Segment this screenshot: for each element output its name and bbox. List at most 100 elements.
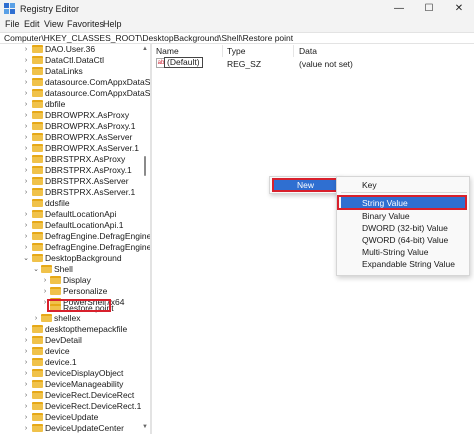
tree-item-label: DBRSTPRX.AsProxy — [45, 154, 126, 164]
address-path[interactable]: Computer\HKEY_CLASSES_ROOT\DesktopBackgr… — [4, 33, 293, 43]
menu-edit[interactable]: Edit — [24, 19, 40, 29]
column-header-name[interactable]: Name — [156, 46, 179, 56]
chevron-right-icon[interactable]: › — [22, 335, 30, 346]
submenu-item-dword-value[interactable]: DWORD (32-bit) Value — [362, 223, 448, 233]
column-divider[interactable] — [293, 45, 294, 57]
close-button[interactable]: ✕ — [444, 0, 474, 18]
folder-icon — [50, 287, 61, 295]
submenu-item-expandable-string-value[interactable]: Expandable String Value — [362, 259, 455, 269]
address-bar[interactable]: Computer\HKEY_CLASSES_ROOT\DesktopBackgr… — [0, 32, 474, 44]
tree-item-label: ddsfile — [45, 198, 70, 208]
value-name[interactable]: (Default) — [164, 57, 203, 68]
tree-item-label: DefaultLocationApi — [45, 209, 117, 219]
title-bar: Registry Editor — ☐ ✕ — [0, 0, 474, 18]
tree-item-label: DevDetail — [45, 335, 82, 345]
folder-open-icon — [41, 265, 52, 273]
chevron-right-icon[interactable]: › — [22, 176, 30, 187]
tree-item-label: DBRSTPRX.AsProxy.1 — [45, 165, 132, 175]
chevron-right-icon[interactable]: › — [22, 209, 30, 220]
new-submenu: Key String Value Binary Value DWORD (32-… — [336, 176, 470, 276]
folder-icon — [32, 402, 43, 410]
folder-icon — [32, 188, 43, 196]
tree-item-label: datasource.ComAppxDataSou — [45, 77, 150, 87]
tree-item-label: DBROWPRX.AsServer.1 — [45, 143, 139, 153]
folder-icon — [32, 78, 43, 86]
chevron-right-icon[interactable]: › — [22, 55, 30, 66]
tree-expander — [22, 198, 30, 209]
tree-item-label: DBROWPRX.AsServer — [45, 132, 133, 142]
chevron-right-icon[interactable]: › — [22, 242, 30, 253]
submenu-item-key[interactable]: Key — [362, 180, 377, 190]
folder-icon — [32, 221, 43, 229]
chevron-right-icon[interactable]: › — [22, 220, 30, 231]
column-header-data[interactable]: Data — [299, 46, 317, 56]
chevron-right-icon[interactable]: › — [22, 187, 30, 198]
scroll-thumb[interactable] — [144, 156, 146, 176]
chevron-right-icon[interactable]: › — [22, 346, 30, 357]
tree-item-label: DeviceUpdate — [45, 412, 99, 422]
folder-open-icon — [32, 254, 43, 262]
chevron-right-icon[interactable]: › — [22, 44, 30, 55]
scroll-down-icon[interactable]: ▼ — [142, 424, 148, 430]
chevron-right-icon[interactable]: › — [22, 423, 30, 434]
tree-item-label: shellex — [54, 313, 81, 323]
tree-item-label: Display — [63, 275, 91, 285]
chevron-right-icon[interactable]: › — [22, 143, 30, 154]
folder-icon — [32, 210, 43, 218]
column-header-type[interactable]: Type — [227, 46, 245, 56]
chevron-right-icon[interactable]: › — [22, 77, 30, 88]
chevron-right-icon[interactable]: › — [22, 324, 30, 335]
chevron-right-icon[interactable]: › — [22, 99, 30, 110]
menu-help[interactable]: Help — [103, 19, 122, 29]
chevron-right-icon[interactable]: › — [22, 231, 30, 242]
chevron-right-icon[interactable]: › — [22, 88, 30, 99]
tree-item-label: DeviceDisplayObject — [45, 368, 124, 378]
chevron-right-icon[interactable]: › — [22, 401, 30, 412]
chevron-right-icon[interactable]: › — [22, 66, 30, 77]
chevron-right-icon[interactable]: › — [41, 275, 49, 286]
folder-icon — [32, 391, 43, 399]
value-data: (value not set) — [299, 59, 353, 69]
value-type: REG_SZ — [227, 59, 262, 69]
chevron-right-icon[interactable]: › — [22, 110, 30, 121]
submenu-item-binary-value[interactable]: Binary Value — [362, 211, 410, 221]
folder-icon — [32, 413, 43, 421]
submenu-item-qword-value[interactable]: QWORD (64-bit) Value — [362, 235, 448, 245]
tree-item-label: DBRSTPRX.AsServer.1 — [45, 187, 136, 197]
chevron-right-icon[interactable]: › — [41, 286, 49, 297]
folder-icon — [32, 232, 43, 240]
folder-icon — [32, 166, 43, 174]
chevron-right-icon[interactable]: › — [22, 379, 30, 390]
registry-editor-icon — [4, 3, 15, 14]
submenu-item-multi-string-value[interactable]: Multi-String Value — [362, 247, 428, 257]
chevron-right-icon[interactable]: › — [22, 132, 30, 143]
menu-file[interactable]: File — [5, 19, 20, 29]
chevron-right-icon[interactable]: › — [22, 412, 30, 423]
tree-item-label: device — [45, 346, 70, 356]
tree-scrollbar[interactable]: ▲ ▼ — [141, 44, 149, 434]
menu-view[interactable]: View — [44, 19, 63, 29]
tree-item-label: DefragEngine.DefragEngine.1 — [45, 242, 150, 252]
chevron-right-icon[interactable]: › — [22, 357, 30, 368]
chevron-right-icon[interactable]: › — [22, 368, 30, 379]
tree-item-label: DBROWPRX.AsProxy.1 — [45, 121, 136, 131]
minimize-button[interactable]: — — [384, 0, 414, 18]
chevron-right-icon[interactable]: › — [22, 165, 30, 176]
chevron-right-icon[interactable]: › — [22, 121, 30, 132]
tree-item-label: Shell — [54, 264, 73, 274]
folder-icon — [32, 380, 43, 388]
folder-icon — [32, 199, 43, 207]
column-divider[interactable] — [222, 45, 223, 57]
menu-favorites[interactable]: Favorites — [67, 19, 104, 29]
chevron-down-icon[interactable]: ⌄ — [32, 264, 40, 275]
chevron-right-icon[interactable]: › — [32, 313, 40, 324]
chevron-down-icon[interactable]: ⌄ — [22, 253, 30, 264]
folder-icon — [32, 369, 43, 377]
scroll-up-icon[interactable]: ▲ — [142, 46, 148, 52]
chevron-right-icon[interactable]: › — [22, 154, 30, 165]
chevron-right-icon[interactable]: › — [22, 390, 30, 401]
maximize-button[interactable]: ☐ — [414, 0, 444, 18]
tree-item-label: DeviceManageability — [45, 379, 124, 389]
folder-icon — [50, 276, 61, 284]
tree-item-label: device.1 — [45, 357, 77, 367]
